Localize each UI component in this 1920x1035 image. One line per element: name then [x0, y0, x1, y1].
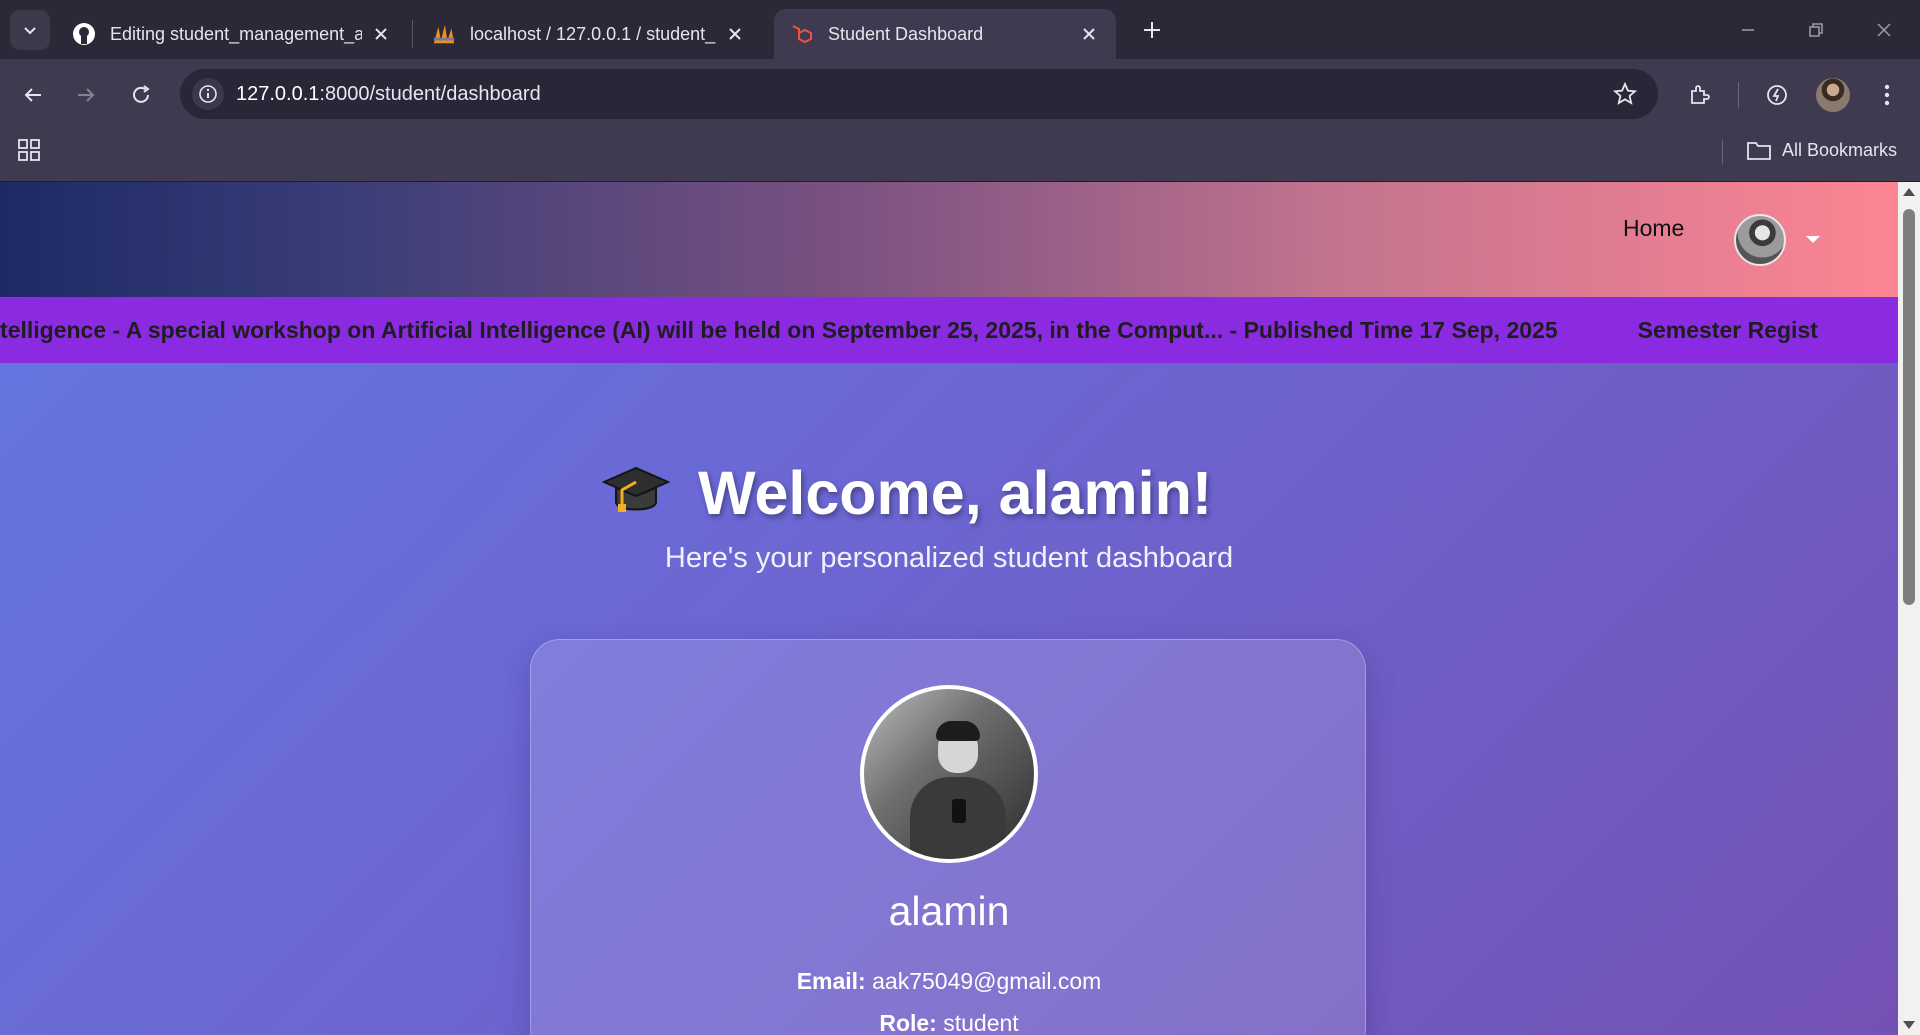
- ticker-text[interactable]: ntelligence - A special workshop on Arti…: [0, 317, 1818, 344]
- page-viewport: Home ntelligence - A special workshop on…: [0, 182, 1898, 1035]
- site-header: Home: [0, 182, 1898, 297]
- tab-title: localhost / 127.0.0.1 / student_r: [470, 23, 716, 44]
- tab-title: Student Dashboard: [828, 23, 984, 44]
- profile-name: alamin: [888, 888, 1010, 934]
- reload-button[interactable]: [122, 76, 160, 114]
- close-window-button[interactable]: [1860, 8, 1908, 52]
- role-label: Role:: [879, 1010, 937, 1035]
- url-text[interactable]: 127.0.0.1:8000/student/dashboard: [236, 83, 541, 106]
- performance-icon: [1767, 85, 1787, 105]
- email-value: aak75049@gmail.com: [872, 968, 1102, 994]
- bookmark-star-icon[interactable]: [1612, 81, 1638, 107]
- close-icon[interactable]: [1078, 23, 1100, 45]
- all-bookmarks-button[interactable]: All Bookmarks: [1746, 136, 1897, 164]
- apps-grid-icon[interactable]: [16, 137, 42, 163]
- tab-github[interactable]: Editing student_management_a: [56, 9, 408, 59]
- restore-icon: [1809, 23, 1823, 37]
- bookmarks-divider: [1722, 140, 1723, 164]
- ticker-next-notice[interactable]: Semester Regist: [1638, 317, 1818, 343]
- laravel-icon: [790, 22, 814, 46]
- restore-button[interactable]: [1792, 8, 1840, 52]
- forward-button[interactable]: [67, 76, 105, 114]
- reload-icon: [133, 85, 150, 103]
- profile-card: alamin Email: aak75049@gmail.com Role: s…: [530, 639, 1366, 1035]
- user-avatar[interactable]: [1734, 214, 1786, 266]
- tab-strip: Editing student_management_a localhost /…: [0, 0, 1920, 59]
- tab-student-dashboard[interactable]: Student Dashboard: [774, 9, 1116, 59]
- profile-email-row: Email: aak75049@gmail.com: [531, 968, 1367, 995]
- profile-photo: [860, 685, 1038, 863]
- scroll-up-icon[interactable]: [1903, 188, 1915, 196]
- browser-toolbar: 127.0.0.1:8000/student/dashboard: [0, 59, 1920, 130]
- toolbar-divider: [1738, 82, 1739, 108]
- close-icon[interactable]: [370, 23, 392, 45]
- back-button[interactable]: [14, 76, 52, 114]
- arrow-left-icon: [24, 88, 41, 102]
- menu-button[interactable]: [1868, 76, 1906, 114]
- profile-role-row: Role: student: [531, 1010, 1367, 1035]
- site-info-icon[interactable]: [192, 78, 224, 110]
- welcome-title: Welcome, alamin!: [698, 459, 1213, 527]
- url-path: :8000/student/dashboard: [319, 83, 541, 105]
- new-tab-button[interactable]: [1136, 12, 1168, 48]
- scroll-down-icon[interactable]: [1903, 1021, 1915, 1029]
- plus-icon: [1144, 22, 1160, 38]
- nav-home-link[interactable]: Home: [1623, 215, 1684, 242]
- folder-icon: [1747, 142, 1771, 160]
- graduation-cap-icon: [601, 466, 671, 512]
- email-label: Email:: [796, 968, 866, 994]
- all-bookmarks-label: All Bookmarks: [1782, 139, 1898, 160]
- chevron-down-icon: [24, 27, 36, 35]
- bookmarks-bar: [0, 130, 1920, 181]
- url-host: 127.0.0.1: [236, 83, 320, 105]
- phpmyadmin-icon: [432, 22, 456, 46]
- tab-title: Editing student_management_a: [110, 23, 362, 44]
- welcome-subtitle: Here's your personalized student dashboa…: [664, 542, 1234, 574]
- performance-button[interactable]: [1758, 76, 1796, 114]
- page-scrollbar[interactable]: [1898, 182, 1920, 1035]
- ticker-notice[interactable]: ntelligence - A special workshop on Arti…: [0, 317, 1558, 343]
- scrollbar-thumb[interactable]: [1903, 209, 1915, 605]
- minimize-icon: [1742, 29, 1754, 31]
- profile-avatar[interactable]: [1816, 78, 1850, 112]
- github-icon: [72, 22, 96, 46]
- minimize-button[interactable]: [1724, 8, 1772, 52]
- role-value: student: [943, 1010, 1019, 1035]
- tab-divider: [412, 20, 413, 48]
- arrow-right-icon: [78, 88, 95, 102]
- tab-phpmyadmin[interactable]: localhost / 127.0.0.1 / student_r: [416, 9, 762, 59]
- close-icon[interactable]: [724, 23, 746, 45]
- more-vertical-icon: [1884, 84, 1890, 106]
- puzzle-icon: [1691, 85, 1710, 104]
- close-icon: [1877, 23, 1891, 37]
- tab-search-button[interactable]: [10, 10, 50, 50]
- address-bar[interactable]: 127.0.0.1:8000/student/dashboard: [180, 69, 1658, 119]
- caret-down-icon[interactable]: [1806, 236, 1820, 243]
- notice-ticker: ntelligence - A special workshop on Arti…: [0, 297, 1898, 363]
- extensions-button[interactable]: [1681, 76, 1719, 114]
